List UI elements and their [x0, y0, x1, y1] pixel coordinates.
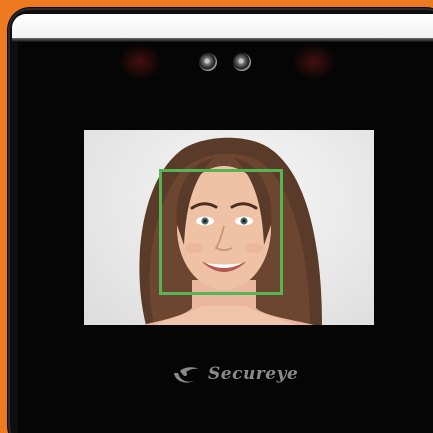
top-bezel	[12, 14, 433, 40]
camera-lens-icon	[233, 53, 251, 71]
ir-led-right	[292, 44, 336, 80]
face-terminal-scene: Secureye	[0, 0, 433, 433]
camera-lens-icon	[199, 53, 217, 71]
swoosh-smile-logo	[174, 367, 199, 383]
face-detection-box	[159, 169, 283, 295]
ir-led-left	[118, 44, 162, 80]
brand-name: Secureye	[208, 364, 299, 384]
brand-logo: Secureye	[172, 360, 298, 388]
display-screen	[84, 130, 374, 325]
